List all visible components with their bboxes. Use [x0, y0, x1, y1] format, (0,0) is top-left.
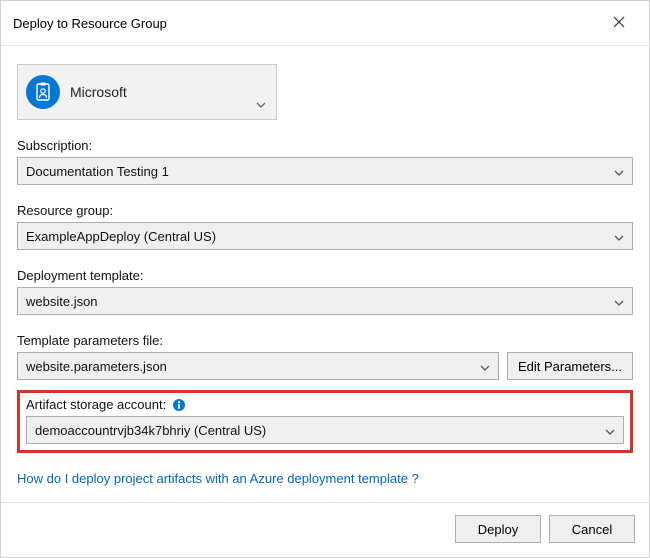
chevron-down-icon — [614, 164, 624, 179]
close-icon — [613, 16, 625, 31]
subscription-value: Documentation Testing 1 — [26, 164, 169, 179]
deploy-button[interactable]: Deploy — [455, 515, 541, 543]
subscription-label: Subscription: — [17, 138, 633, 153]
cancel-label: Cancel — [572, 522, 612, 537]
window-title: Deploy to Resource Group — [13, 16, 167, 31]
edit-parameters-button[interactable]: Edit Parameters... — [507, 352, 633, 380]
template-parameters-row: website.parameters.json Edit Parameters.… — [17, 352, 633, 380]
chevron-down-icon — [614, 229, 624, 244]
deployment-template-label: Deployment template: — [17, 268, 633, 283]
artifact-storage-combo[interactable]: demoaccountrvjb34k7bhriy (Central US) — [26, 416, 624, 444]
dialog-footer: Deploy Cancel — [1, 502, 649, 557]
deployment-template-value: website.json — [26, 294, 98, 309]
close-button[interactable] — [601, 9, 637, 37]
id-badge-icon — [26, 75, 60, 109]
subscription-combo[interactable]: Documentation Testing 1 — [17, 157, 633, 185]
template-parameters-combo[interactable]: website.parameters.json — [17, 352, 499, 380]
chevron-down-icon — [605, 423, 615, 438]
template-parameters-value: website.parameters.json — [26, 359, 167, 374]
resource-group-value: ExampleAppDeploy (Central US) — [26, 229, 216, 244]
info-icon — [172, 398, 186, 412]
artifact-storage-label-row: Artifact storage account: — [26, 397, 624, 412]
artifact-storage-highlight: Artifact storage account: demoaccountrvj… — [17, 390, 633, 453]
chevron-down-icon — [480, 359, 490, 374]
dialog-content: Microsoft Subscription: Documentation Te… — [1, 46, 649, 502]
artifact-storage-label: Artifact storage account: — [26, 397, 166, 412]
resource-group-label: Resource group: — [17, 203, 633, 218]
edit-parameters-label: Edit Parameters... — [518, 359, 622, 374]
chevron-down-icon — [256, 96, 266, 111]
resource-group-combo[interactable]: ExampleAppDeploy (Central US) — [17, 222, 633, 250]
template-parameters-label: Template parameters file: — [17, 333, 633, 348]
artifact-storage-value: demoaccountrvjb34k7bhriy (Central US) — [35, 423, 266, 438]
account-selector[interactable]: Microsoft — [17, 64, 277, 120]
deployment-template-combo[interactable]: website.json — [17, 287, 633, 315]
chevron-down-icon — [614, 294, 624, 309]
help-link[interactable]: How do I deploy project artifacts with a… — [17, 471, 633, 486]
account-name: Microsoft — [70, 84, 127, 100]
cancel-button[interactable]: Cancel — [549, 515, 635, 543]
titlebar: Deploy to Resource Group — [1, 1, 649, 46]
deploy-label: Deploy — [478, 522, 518, 537]
